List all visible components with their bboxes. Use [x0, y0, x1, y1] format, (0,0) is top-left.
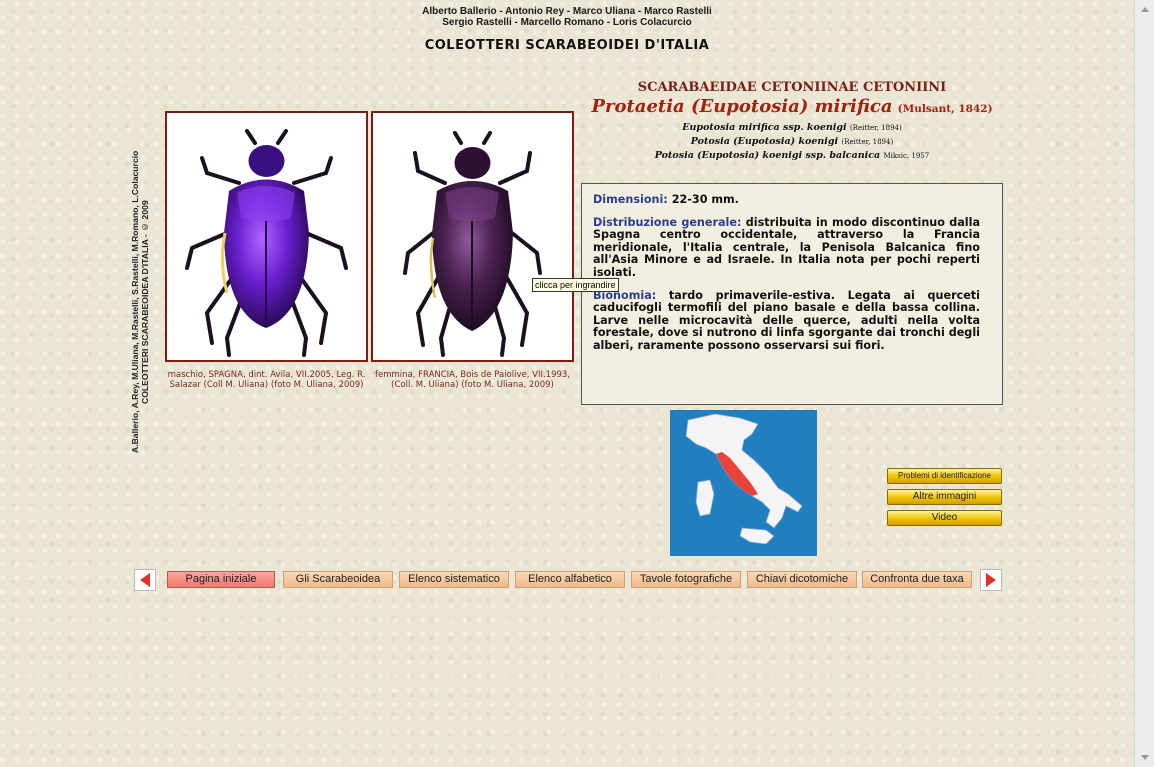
more-images-button[interactable]: Altre immagini [887, 489, 1002, 505]
synonym-3: Potosia (Eupotosia) koenigi ssp. balcani… [582, 150, 1002, 161]
dimensions-label: Dimensioni: [593, 193, 668, 206]
synonym-author: (Reitter, 1894) [849, 124, 902, 132]
species-author: (Mulsant, 1842) [897, 103, 993, 115]
male-photo-caption: maschio, SPAGNA, dint. Avila, VII.2005, … [167, 370, 366, 390]
authors-line-1: Alberto Ballerio - Antonio Rey - Marco U… [422, 6, 712, 17]
italy-map-image [670, 410, 817, 556]
credit-copyright: COLEOTTERI SCARABEOIDEA D'ITALIA - © 200… [140, 200, 150, 404]
nav-scarabeoidea[interactable]: Gli Scarabeoidea [283, 571, 393, 588]
scroll-down-icon[interactable] [1135, 749, 1154, 765]
nav-compare-taxa[interactable]: Confronta due taxa [862, 571, 972, 588]
arrow-left-icon [140, 573, 150, 587]
synonym-name: Potosia (Eupotosia) koenigi ssp. balcani… [654, 150, 881, 161]
bionomy-paragraph: Bionomia: tardo primaverile-estiva. Lega… [593, 289, 980, 353]
nav-home[interactable]: Pagina iniziale [167, 571, 275, 588]
nav-photo-plates[interactable]: Tavole fotografiche [631, 571, 741, 588]
vertical-credit: A.Ballerio, A.Rey, M.Uliana, M.Rastelli,… [130, 122, 150, 482]
distribution-paragraph: Distribuzione generale: distribuita in m… [593, 215, 980, 280]
distribution-label: Distribuzione generale: [593, 215, 742, 229]
synonym-name: Potosia (Eupotosia) koenigi [690, 136, 839, 147]
video-button[interactable]: Video [887, 510, 1002, 526]
next-page-button[interactable] [980, 569, 1002, 591]
nav-alphabetic-list[interactable]: Elenco alfabetico [515, 571, 625, 588]
beetle-image [403, 131, 542, 357]
taxon-family: SCARABAEIDAE CETONIINAE CETONIINI [637, 80, 947, 95]
female-photo-caption: femmina, FRANCIA, Bois de Paiolive, VII.… [374, 370, 571, 390]
species-info-box: Dimensioni: 22-30 mm. Distribuzione gene… [581, 183, 1003, 405]
taxon-name: Protaetia (Eupotosia) mirifica (Mulsant,… [582, 96, 1002, 117]
credit-authors: A.Ballerio, A.Rey, M.Uliana, M.Rastelli,… [130, 150, 140, 454]
site-title: COLEOTTERI SCARABEOIDEI D'ITALIA [424, 38, 710, 53]
female-beetle-photo[interactable] [371, 111, 574, 362]
synonym-author: Miksic, 1957 [883, 152, 930, 160]
synonym-name: Eupotosia mirifica ssp. koenigi [682, 122, 847, 133]
distribution-map[interactable] [670, 410, 817, 556]
dimensions-paragraph: Dimensioni: 22-30 mm. [593, 193, 980, 207]
synonym-1: Eupotosia mirifica ssp. koenigi (Reitter… [582, 122, 1002, 133]
beetle-image [185, 129, 348, 357]
identification-problems-button[interactable]: Problemi di identificazione [887, 468, 1002, 484]
nav-systematic-list[interactable]: Elenco sistematico [399, 571, 509, 588]
nav-keys[interactable]: Chiavi dicotomiche [747, 571, 857, 588]
synonym-2: Potosia (Eupotosia) koenigi (Reitter, 18… [582, 136, 1002, 147]
enlarge-tooltip: clicca per ingrandire [532, 278, 619, 292]
species-name: Protaetia (Eupotosia) mirifica [591, 96, 893, 117]
authors-line-2: Sergio Rastelli - Marcello Romano - Lori… [442, 17, 692, 28]
arrow-right-icon [986, 573, 996, 587]
authors-header: Alberto Ballerio - Antonio Rey - Marco U… [0, 6, 1134, 28]
vertical-scrollbar[interactable] [1134, 0, 1154, 767]
male-beetle-photo[interactable] [165, 111, 368, 362]
previous-page-button[interactable] [134, 569, 156, 591]
dimensions-text: 22-30 mm. [667, 193, 739, 206]
scroll-up-icon[interactable] [1135, 2, 1154, 18]
synonym-author: (Reitter, 1894) [841, 138, 894, 146]
